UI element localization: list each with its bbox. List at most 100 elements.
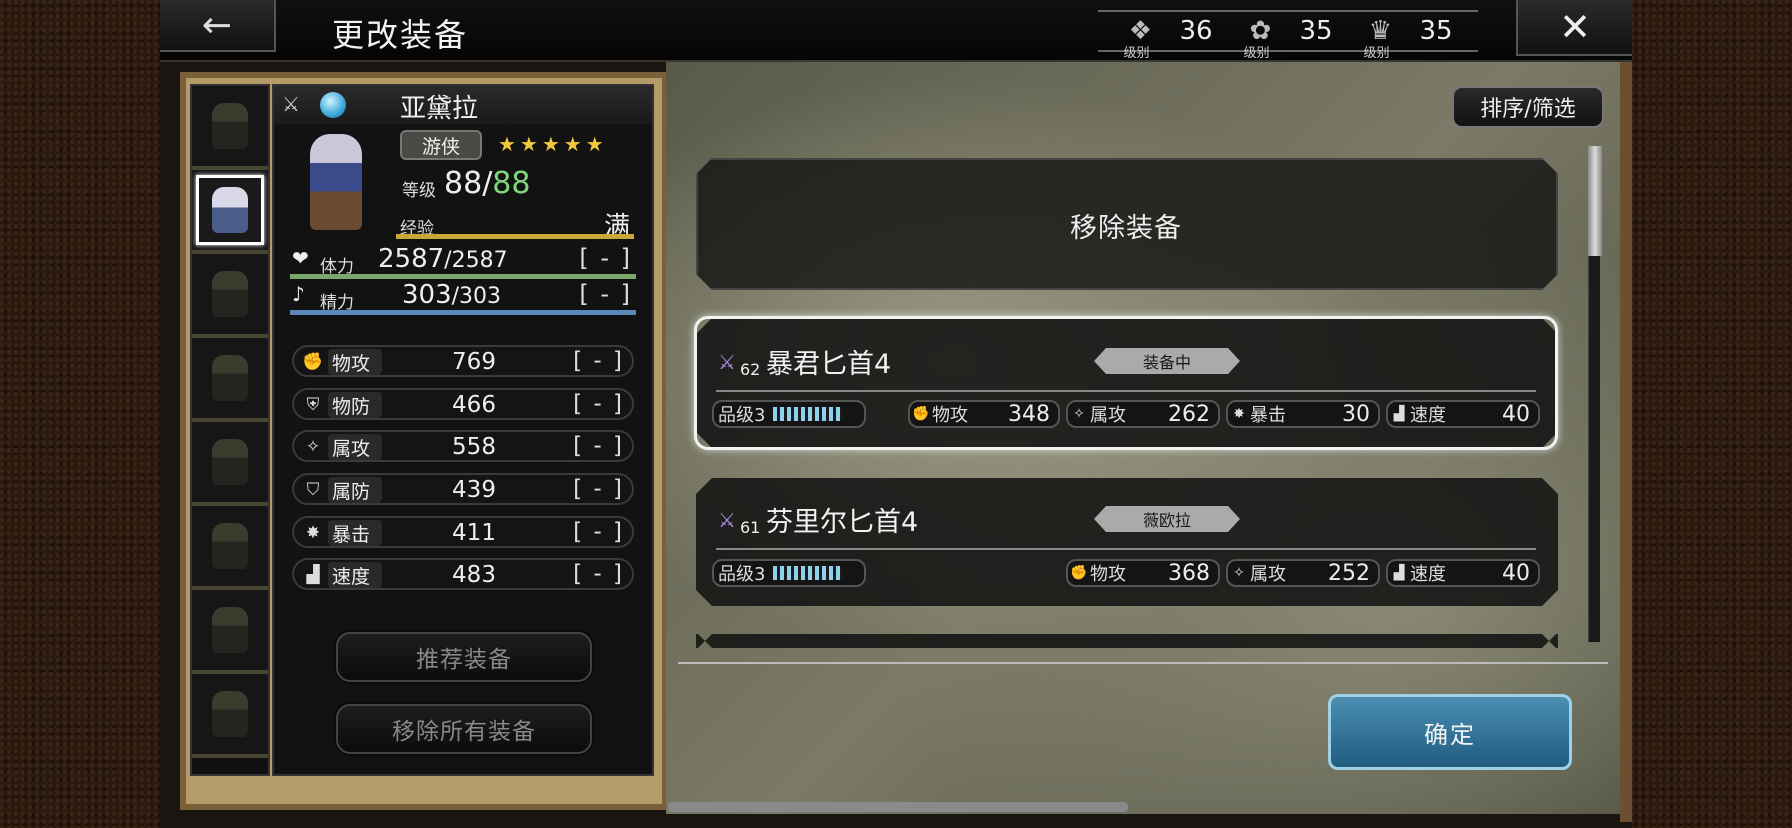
stat-row-patk: ✊ 物攻 769 [ - ]: [292, 345, 634, 377]
hp-max: /2587: [444, 248, 508, 273]
stat-value: 30: [1342, 401, 1370, 427]
party-slot-6[interactable]: [192, 506, 268, 590]
fist-icon: ✊: [912, 406, 930, 422]
grade-label: 品级3: [718, 405, 766, 426]
level-crystal: ❖ 级别 36: [1123, 16, 1212, 61]
character-sprite: [212, 523, 248, 569]
hp-bonus: [ - ]: [579, 244, 632, 272]
stat-bonus: [ - ]: [573, 561, 624, 587]
item-name: 暴君匕首4: [766, 349, 892, 380]
confirm-button[interactable]: 确定: [1328, 694, 1572, 770]
character-sprite: [212, 103, 248, 149]
stat-label: 速度: [328, 562, 382, 588]
stat-row-crit: ✸ 暴击 411 [ - ]: [292, 516, 634, 548]
stat-pill: ✸ 暴击 30: [1226, 400, 1380, 428]
stat-value: 40: [1502, 560, 1530, 586]
stat-row-edef: ⛉ 属防 439 [ - ]: [292, 473, 634, 505]
stat-pill: ✧ 属攻 252: [1226, 559, 1380, 587]
party-slot-5[interactable]: [192, 422, 268, 506]
level-tag: 级别: [1123, 46, 1150, 61]
card-divider: [716, 390, 1536, 392]
party-slot-7[interactable]: [192, 590, 268, 674]
page-title: 更改装备: [332, 16, 469, 54]
level-value: 88/88: [444, 166, 530, 201]
rarity-stars: ★★★★★: [498, 132, 608, 156]
dagger-icon: ⚔: [282, 92, 300, 116]
stat-label: 物防: [328, 392, 382, 418]
stat-bonus: [ - ]: [573, 433, 624, 459]
scrollbar-thumb[interactable]: [1588, 146, 1602, 256]
mp-value: 303/303: [402, 280, 501, 310]
stat-pill: ▟ 速度 40: [1386, 400, 1540, 428]
stat-label: 属攻: [1250, 564, 1286, 585]
magic-icon: ✧: [1233, 565, 1245, 581]
stat-value: 769: [452, 349, 496, 375]
party-slot-1[interactable]: [192, 86, 268, 170]
fist-icon: ✊: [1070, 565, 1088, 581]
stat-value: 439: [452, 477, 496, 503]
boot-icon: ▟: [306, 565, 320, 585]
mp-bonus: [ - ]: [579, 280, 632, 308]
shield-icon: ⛨: [306, 395, 320, 415]
job-badge: 游侠: [400, 130, 482, 160]
equipped-badge: 装备中: [1094, 348, 1240, 374]
close-button[interactable]: ✕: [1516, 0, 1632, 56]
heart-icon: ❤: [292, 246, 309, 270]
horizontal-scroll-indicator: [668, 802, 1128, 812]
grade-bar: [773, 407, 844, 421]
back-button[interactable]: ←: [160, 0, 276, 52]
party-slot-8[interactable]: [192, 674, 268, 758]
character-sprite: [212, 439, 248, 485]
recommend-equipment-button[interactable]: 推荐装备: [336, 632, 592, 682]
mp-current: 303: [402, 280, 452, 310]
level-lotus: ✿ 级别 35: [1243, 16, 1333, 61]
magic-icon: ✧: [1073, 406, 1085, 422]
stat-bonus: [ - ]: [573, 476, 624, 502]
bottom-divider: [678, 662, 1608, 664]
stat-label: 暴击: [1250, 405, 1286, 426]
character-sprite: [212, 607, 248, 653]
crit-icon: ✸: [305, 523, 321, 543]
boot-icon: ▟: [1393, 565, 1405, 581]
grade-pill: 品级3: [712, 400, 866, 428]
party-slot-4[interactable]: [192, 338, 268, 422]
stat-label: 速度: [1410, 564, 1446, 585]
frame-border: [1620, 62, 1632, 822]
party-slot-3[interactable]: [192, 254, 268, 338]
mp-max: /303: [451, 284, 502, 309]
level-tag: 级别: [1243, 46, 1270, 61]
stat-pill: ✧ 属攻 262: [1066, 400, 1220, 428]
selection-frame: [196, 175, 264, 245]
remove-all-equipment-button[interactable]: 移除所有装备: [336, 704, 592, 754]
back-arrow-icon: ←: [201, 4, 233, 46]
character-sprite: [212, 691, 248, 737]
character-sprite: [212, 355, 248, 401]
stat-label: 物攻: [932, 405, 968, 426]
hp-value: 2587/2587: [378, 244, 508, 274]
stat-value: 368: [1168, 560, 1210, 586]
stat-value: 411: [452, 520, 496, 546]
party-slot-2[interactable]: [192, 170, 268, 254]
job-levels: ❖ 级别 36 ✿ 级别 35 ♛ 级别 35: [1098, 10, 1478, 61]
level-label: 等级: [402, 181, 436, 201]
magic-shield-icon: ⛉: [306, 480, 320, 500]
character-portrait: [310, 134, 362, 230]
stat-value: 348: [1008, 401, 1050, 427]
level-tag: 级别: [1363, 46, 1390, 61]
grade-bar: [773, 566, 844, 580]
stat-value: 252: [1328, 560, 1370, 586]
sort-filter-button[interactable]: 排序/筛选: [1452, 86, 1604, 128]
stat-bonus: [ - ]: [573, 391, 624, 417]
equipment-item-3-partial[interactable]: [696, 634, 1558, 648]
selection-outline: [694, 316, 1558, 450]
character-sprite: [212, 271, 248, 317]
boot-icon: ▟: [1393, 406, 1405, 422]
grade-pill: 品级3: [712, 559, 866, 587]
ice-element-icon: [320, 92, 346, 118]
level-separator: /: [482, 166, 493, 201]
stat-pill: ✊ 物攻 368: [1066, 559, 1220, 587]
hp-bar: [290, 274, 636, 279]
level-value: 35: [1299, 16, 1333, 46]
close-icon: ✕: [1559, 5, 1591, 49]
item-name: 芬里尔匕首4: [766, 507, 919, 538]
